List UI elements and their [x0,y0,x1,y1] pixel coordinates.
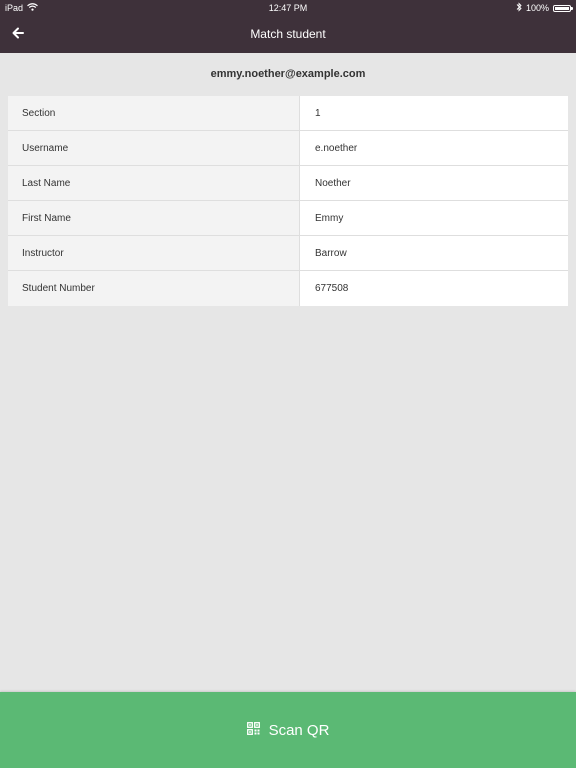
navigation-bar: Match student [0,16,576,53]
field-label: Student Number [8,271,300,306]
battery-icon [553,4,573,12]
table-row-first-name: First Name Emmy [8,201,568,236]
status-time: 12:47 PM [268,3,308,13]
student-details-table: Section 1 Username e.noether Last Name N… [8,96,568,306]
status-right: 100% [516,2,573,14]
field-label: Last Name [8,166,300,200]
field-value: 1 [300,96,568,130]
table-row-student-number: Student Number 677508 [8,271,568,306]
scan-qr-button[interactable]: Scan QR [0,692,576,768]
field-label: Username [8,131,300,165]
field-value: Barrow [300,236,568,270]
table-row-last-name: Last Name Noether [8,166,568,201]
top-bar: iPad 12:47 PM 100% Match student [0,0,576,53]
table-row-section: Section 1 [8,96,568,131]
field-value: 677508 [300,271,568,306]
field-label: First Name [8,201,300,235]
field-value: e.noether [300,131,568,165]
bluetooth-icon [516,2,522,14]
qr-code-icon [246,721,260,739]
field-value: Noether [300,166,568,200]
scan-qr-label: Scan QR [268,721,330,739]
table-row-username: Username e.noether [8,131,568,166]
page-title: Match student [250,27,326,41]
field-label: Section [8,96,300,130]
status-bar: iPad 12:47 PM 100% [0,0,576,16]
field-value: Emmy [300,201,568,235]
field-label: Instructor [8,236,300,270]
student-email: emmy.noether@example.com [210,68,366,80]
battery-fill [555,6,569,10]
battery-percent: 100% [525,3,549,13]
table-row-instructor: Instructor Barrow [8,236,568,271]
